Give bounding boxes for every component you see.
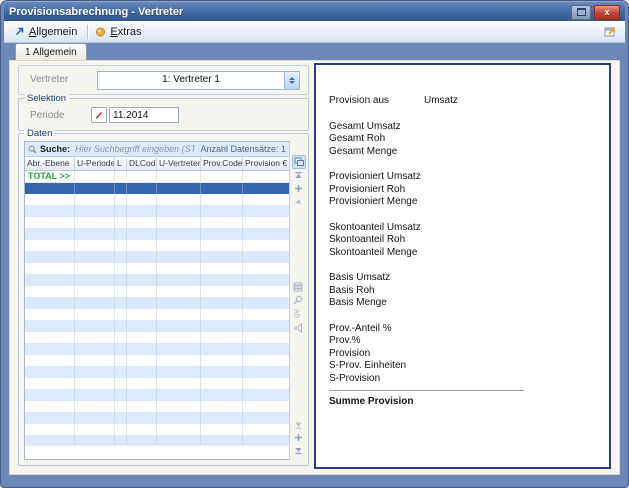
svg-text:AB: AB	[294, 309, 301, 319]
grid-header-row: Abr.-Ebene U-Periode L DLCode U-Vertrete…	[25, 157, 289, 171]
scroll-to-top-icon[interactable]	[292, 169, 304, 181]
summary-label: Summe Provision	[329, 396, 413, 407]
spin-up-icon	[289, 77, 295, 80]
title-bar: Provisionsabrechnung - Vertreter x	[4, 3, 625, 21]
table-row-selected[interactable]	[25, 183, 289, 194]
menu-separator	[87, 25, 88, 39]
menu-label: Allgemein	[29, 26, 77, 38]
edit-date-icon	[94, 110, 104, 120]
detail-row: Provision ausUmsatz	[316, 95, 609, 108]
filter-icon[interactable]	[292, 322, 304, 334]
app-window: Provisionsabrechnung - Vertreter x Allge…	[0, 0, 629, 488]
table-row-total[interactable]: TOTAL >>	[25, 171, 289, 183]
detail-row: S-Prov. Einheiten	[316, 360, 609, 373]
data-grid: Suche: Anzahl Datensätze: 1 Abr.-Ebene U…	[24, 141, 290, 460]
record-count: Anzahl Datensätze: 1	[200, 144, 286, 154]
menu-label: Extras	[110, 26, 141, 38]
scroll-to-bottom-icon[interactable]	[292, 444, 304, 456]
detail-row: Basis Umsatz	[316, 272, 609, 285]
scroll-down-icon[interactable]	[292, 418, 304, 430]
window-title: Provisionsabrechnung - Vertreter	[9, 6, 568, 18]
detail-row: Gesamt Menge	[316, 146, 609, 159]
zoom-search-icon[interactable]	[292, 294, 304, 306]
column-header[interactable]: U-Vertreter	[157, 157, 201, 170]
detail-row: Prov.%	[316, 335, 609, 348]
content-area: Vertreter 1: Vertreter 1 Selektion Perio…	[9, 60, 620, 475]
vertreter-label: Vertreter	[30, 74, 68, 85]
detail-row: Basis Roh	[316, 285, 609, 298]
grid-side-toolbar: AB	[290, 141, 305, 460]
scroll-up-icon[interactable]	[292, 195, 304, 207]
summary-row: Summe Provision	[316, 396, 609, 409]
combobox-spinner[interactable]	[284, 72, 299, 89]
column-header[interactable]: Provision €	[243, 157, 289, 170]
extras-icon	[95, 26, 106, 37]
vertreter-value: 1: Vertreter 1	[98, 72, 284, 89]
column-header[interactable]: U-Periode	[75, 157, 115, 170]
detail-row: Skontoanteil Menge	[316, 247, 609, 260]
detail-value: Umsatz	[424, 95, 458, 106]
menu-bar: Allgemein Extras	[4, 21, 625, 43]
detail-row: Skontoanteil Roh	[316, 234, 609, 247]
tab-allgemein[interactable]: 1 Allgemein	[15, 43, 87, 60]
column-header[interactable]: Prov.Code	[201, 157, 243, 170]
column-header[interactable]: Abr.-Ebene	[25, 157, 75, 170]
column-header[interactable]: L	[115, 157, 127, 170]
provision-detail-panel: Provision ausUmsatz Gesamt Umsatz Gesamt…	[314, 63, 611, 469]
tab-band: 1 Allgemein	[4, 42, 625, 60]
summary-divider	[329, 390, 524, 391]
daten-group: Daten Suche: Anzahl Datensätze: 1 Abr	[18, 133, 309, 466]
columns-view-icon[interactable]	[292, 281, 304, 293]
menu-item-allgemein[interactable]: Allgemein	[10, 24, 84, 40]
column-header[interactable]: DLCode	[127, 157, 157, 170]
detail-row: Provisioniert Roh	[316, 184, 609, 197]
search-label: Suche:	[40, 144, 70, 154]
detail-row: Basis Menge	[316, 297, 609, 310]
menu-item-extras[interactable]: Extras	[91, 24, 148, 40]
vertreter-combobox[interactable]: 1: Vertreter 1	[97, 71, 300, 90]
daten-group-label: Daten	[24, 128, 55, 139]
grid-footer	[25, 445, 289, 459]
restore-window-button[interactable]	[571, 5, 591, 20]
periode-picker-button[interactable]	[91, 107, 107, 123]
export-icon[interactable]	[601, 24, 619, 39]
arrow-up-right-icon	[14, 26, 25, 37]
selektion-group-label: Selektion	[24, 93, 69, 104]
detail-row: Skontoanteil Umsatz	[316, 222, 609, 235]
detail-row: Gesamt Roh	[316, 133, 609, 146]
vertreter-group: Vertreter 1: Vertreter 1	[18, 65, 309, 95]
column-chooser-icon[interactable]	[292, 155, 306, 169]
spin-down-icon	[289, 81, 295, 84]
grid-empty-area[interactable]	[25, 194, 289, 445]
add-row-icon[interactable]	[292, 431, 304, 443]
focus-row-icon[interactable]	[292, 182, 304, 194]
close-window-button[interactable]: x	[594, 5, 620, 20]
grid-search-bar: Suche: Anzahl Datensätze: 1	[25, 142, 289, 157]
selektion-group: Selektion Periode	[18, 98, 309, 131]
detail-row: Provisioniert Menge	[316, 196, 609, 209]
periode-label: Periode	[30, 110, 64, 121]
detail-row: Provisioniert Umsatz	[316, 171, 609, 184]
detail-row: Gesamt Umsatz	[316, 121, 609, 134]
search-icon	[28, 145, 37, 154]
search-input[interactable]	[73, 143, 197, 155]
sort-ab-icon[interactable]: AB	[292, 308, 304, 320]
restore-icon	[577, 8, 586, 16]
total-cell: TOTAL >>	[25, 171, 75, 182]
periode-input[interactable]	[109, 107, 179, 123]
detail-row: Prov.-Anteil %	[316, 323, 609, 336]
detail-row: Provision	[316, 348, 609, 361]
detail-row: S-Provision	[316, 373, 609, 386]
